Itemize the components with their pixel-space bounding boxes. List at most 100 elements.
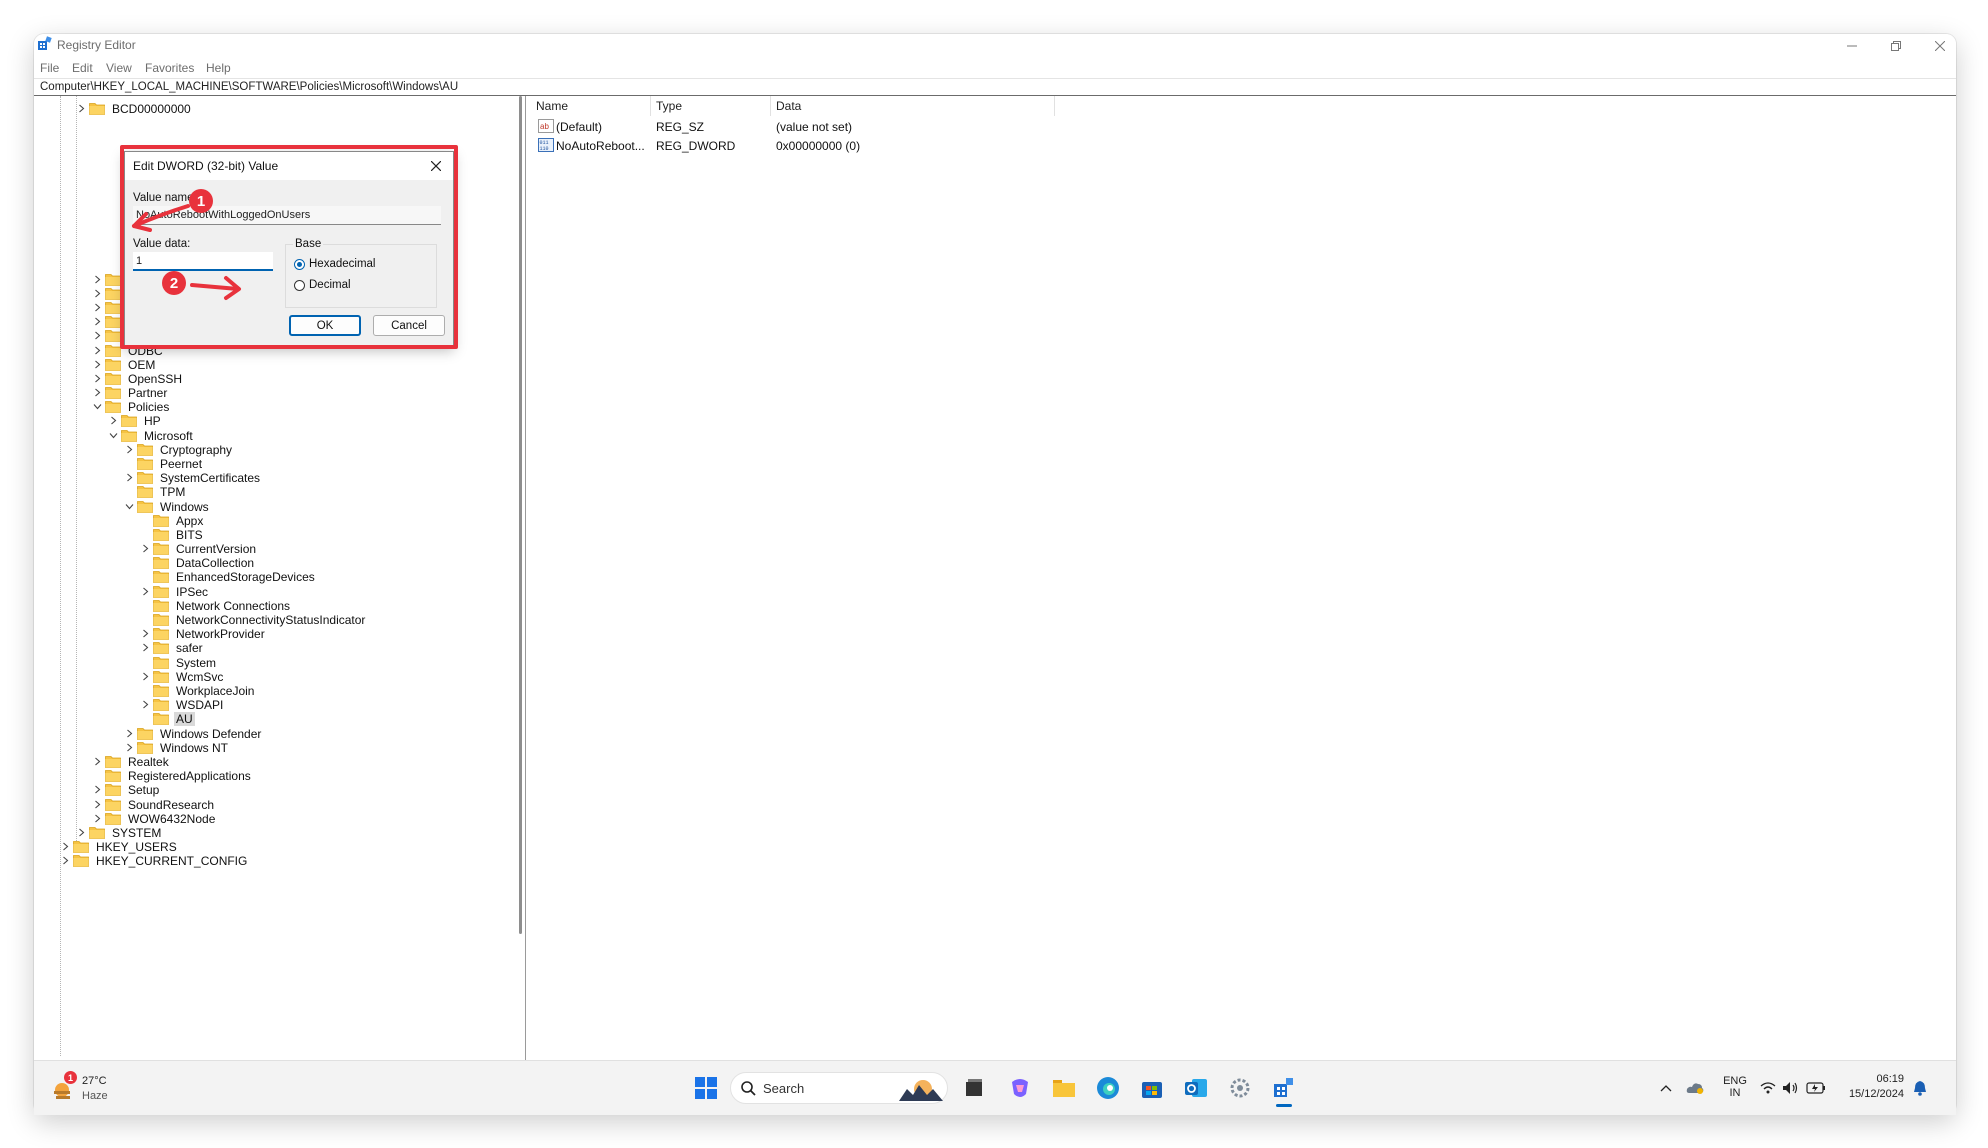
chevron-down-icon[interactable] <box>92 401 103 412</box>
value-row[interactable]: 011 110 NoAutoReboot... REG_DWORD 0x0000… <box>530 137 1956 155</box>
chevron-right-icon[interactable] <box>140 671 151 682</box>
gear-icon <box>1230 1078 1250 1098</box>
chevron-right-icon[interactable] <box>92 274 103 285</box>
chevron-right-icon[interactable] <box>92 359 103 370</box>
tree-item-label: HKEY_CURRENT_CONFIG <box>96 853 248 868</box>
chevron-right-icon[interactable] <box>140 543 151 554</box>
tree-scrollbar-thumb[interactable] <box>519 96 522 934</box>
chevron-right-icon[interactable] <box>124 728 135 739</box>
weather-notification-badge: 1 <box>64 1071 77 1084</box>
onedrive-tray-button[interactable] <box>1684 1074 1706 1102</box>
active-app-indicator <box>1276 1104 1292 1107</box>
menu-bar: File Edit View Favorites Help <box>34 58 1956 78</box>
quick-settings-button[interactable] <box>1758 1074 1828 1102</box>
regedit-app-icon <box>38 36 52 50</box>
menu-favorites[interactable]: Favorites <box>145 61 194 75</box>
chevron-right-icon[interactable] <box>92 288 103 299</box>
folder-icon <box>153 713 169 725</box>
chevron-right-icon[interactable] <box>76 827 87 838</box>
column-header-data[interactable]: Data <box>770 96 1054 116</box>
copilot-button[interactable] <box>1006 1074 1034 1102</box>
address-bar[interactable]: Computer\HKEY_LOCAL_MACHINE\SOFTWARE\Pol… <box>34 78 1956 96</box>
copilot-icon <box>1012 1079 1028 1097</box>
clock[interactable]: 06:19 15/12/2024 <box>1834 1073 1904 1100</box>
show-hidden-icons-button[interactable] <box>1658 1074 1674 1102</box>
tree-item-label: safer <box>176 640 203 655</box>
language-indicator[interactable]: ENG IN <box>1720 1075 1750 1099</box>
tree-item-bcd00000000[interactable]: BCD00000000 <box>76 100 193 117</box>
chevron-right-icon[interactable] <box>92 756 103 767</box>
weather-description: Haze <box>82 1090 108 1102</box>
chevron-down-icon[interactable] <box>124 501 135 512</box>
chevron-right-icon[interactable] <box>140 628 151 639</box>
tree-scrollbar[interactable] <box>516 96 526 1056</box>
file-explorer-button[interactable] <box>1050 1074 1078 1102</box>
notifications-button[interactable] <box>1910 1074 1930 1102</box>
chevron-right-icon[interactable] <box>92 316 103 327</box>
registry-editor-window: Registry Editor File Edit View Favorites… <box>34 34 1956 1114</box>
folder-icon <box>137 486 153 498</box>
menu-help[interactable]: Help <box>206 61 231 75</box>
chevron-right-icon[interactable] <box>60 855 71 866</box>
chevron-right-icon[interactable] <box>60 841 71 852</box>
battery-charging-icon <box>1806 1082 1825 1094</box>
taskbar-search[interactable]: Search <box>730 1072 948 1104</box>
chevron-right-icon[interactable] <box>92 387 103 398</box>
dword-value-icon: 011 110 <box>538 138 554 152</box>
column-header-type[interactable]: Type <box>650 96 770 116</box>
chevron-right-icon[interactable] <box>124 742 135 753</box>
microsoft-store-button[interactable] <box>1138 1074 1166 1102</box>
store-icon <box>1142 1082 1162 1098</box>
settings-app-button[interactable] <box>1226 1074 1254 1102</box>
chevron-right-icon[interactable] <box>124 472 135 483</box>
close-window-button[interactable] <box>1918 34 1956 58</box>
edge-browser-button[interactable] <box>1094 1074 1122 1102</box>
clock-time: 06:19 <box>1876 1073 1904 1085</box>
tree-item-label: EnhancedStorageDevices <box>176 569 315 584</box>
folder-icon <box>153 642 169 654</box>
chevron-right-icon[interactable] <box>108 415 119 426</box>
weather-widget[interactable]: 1 27°C Haze <box>44 1067 124 1109</box>
values-list[interactable]: Name Type Data ab (Default) REG_SZ (valu… <box>530 96 1956 1063</box>
chevron-right-icon[interactable] <box>92 302 103 313</box>
chevron-right-icon[interactable] <box>92 784 103 795</box>
chevron-right-icon[interactable] <box>92 813 103 824</box>
tree-item-hkey-current-config[interactable]: HKEY_CURRENT_CONFIG <box>60 852 249 869</box>
chevron-right-icon[interactable] <box>140 699 151 710</box>
start-button[interactable] <box>692 1074 720 1102</box>
minimize-button[interactable] <box>1830 34 1874 58</box>
volume-icon <box>1783 1082 1798 1094</box>
menu-file[interactable]: File <box>40 61 59 75</box>
address-path[interactable]: Computer\HKEY_LOCAL_MACHINE\SOFTWARE\Pol… <box>40 81 458 93</box>
chevron-right-icon[interactable] <box>140 586 151 597</box>
chevron-down-icon[interactable] <box>108 430 119 441</box>
outlook-button[interactable] <box>1182 1074 1210 1102</box>
value-row[interactable]: ab (Default) REG_SZ (value not set) <box>530 118 1956 136</box>
restore-button[interactable] <box>1874 34 1918 58</box>
chevron-right-icon[interactable] <box>92 345 103 356</box>
chevron-right-icon[interactable] <box>76 103 87 114</box>
chevron-right-icon[interactable] <box>92 330 103 341</box>
registry-editor-taskbar-button[interactable] <box>1270 1074 1298 1107</box>
folder-icon <box>105 330 121 342</box>
folder-icon <box>121 415 137 427</box>
column-header-name[interactable]: Name <box>530 96 650 116</box>
outlook-icon <box>1185 1079 1207 1097</box>
menu-view[interactable]: View <box>106 61 132 75</box>
chevron-right-icon[interactable] <box>124 444 135 455</box>
menu-edit[interactable]: Edit <box>72 61 93 75</box>
keyboard-region: IN <box>1729 1087 1741 1099</box>
tree-item-label: TPM <box>160 484 186 499</box>
column-separator[interactable] <box>1054 96 1055 116</box>
svg-text:ab: ab <box>540 122 549 131</box>
chevron-right-icon[interactable] <box>92 799 103 810</box>
task-view-button[interactable] <box>960 1074 988 1102</box>
bell-icon <box>1914 1081 1926 1096</box>
chevron-right-icon[interactable] <box>140 642 151 653</box>
tree-item-label: BCD00000000 <box>112 101 191 116</box>
folder-icon <box>153 571 169 583</box>
window-title: Registry Editor <box>57 38 136 52</box>
chevron-right-icon[interactable] <box>92 373 103 384</box>
